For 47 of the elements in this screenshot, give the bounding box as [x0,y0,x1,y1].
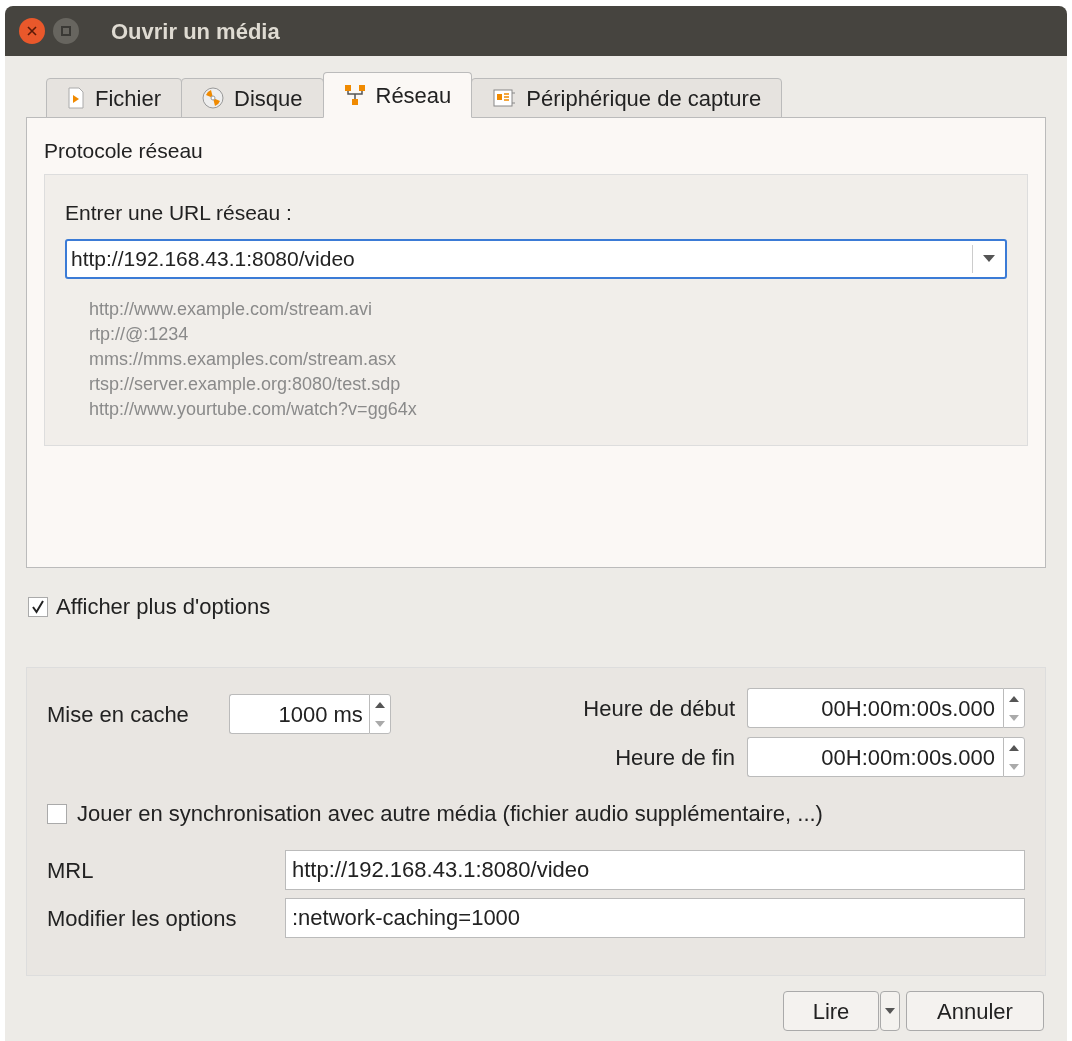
field-label: Mise en cache [47,701,189,729]
field-label: MRL [47,856,95,885]
url-combo-box[interactable]: http://192.168.43.1:8080/video [65,238,1007,279]
example-url: mms://mms.examples.com/stream.asx [89,347,398,371]
options-field[interactable]: :network-caching=1000 [285,898,1025,938]
play-menu-button[interactable] [880,991,900,1031]
up-arrow-icon [1009,744,1019,751]
field-label: Modifier les options [47,904,238,933]
cancel-button[interactable]: Annuler [906,991,1044,1031]
disc-icon [202,87,224,109]
down-arrow-icon [374,720,385,727]
example-url: http://www.yourtube.com/watch?v=gg64x [89,397,418,421]
field-label: Heure de début [583,694,735,723]
tab[interactable]: Disque [181,78,324,118]
time-field[interactable]: 00H:00m:00s.000 [747,688,1003,728]
field-label: Entrer une URL réseau : [65,200,293,226]
example-url: rtp://@:1234 [89,322,190,346]
tab[interactable]: Périphérique de capture [471,78,783,118]
checkbox-label: Jouer en synchronisation avec autre média (fichier audio supplémentaire, ...) [77,800,823,828]
field-label: Heure de fin [615,743,735,772]
dropdown-arrow-icon [983,255,995,262]
close-button[interactable] [19,18,45,44]
capture-card-icon [492,88,517,108]
caret-icon [885,1008,895,1014]
url-input[interactable]: http://192.168.43.1:8080/video [67,242,972,275]
up-arrow-icon [1009,695,1019,702]
cache-field[interactable]: 1000 ms [228,694,369,734]
tab[interactable]: Réseau [322,72,473,118]
close-icon [27,26,37,36]
section-heading: Protocole réseau [44,138,204,164]
down-arrow-icon [1009,714,1019,721]
tab[interactable]: Fichier [46,78,182,118]
document-icon [67,87,85,109]
network-icon [343,84,366,106]
up-arrow-icon [374,701,385,708]
example-url: rtsp://server.example.org:8080/test.sdp [89,372,402,396]
mrl-field[interactable]: http://192.168.43.1:8080/video [285,850,1025,890]
time-field[interactable]: 00H:00m:00s.000 [747,737,1003,777]
checkbox[interactable] [28,596,48,617]
maximize-button[interactable] [53,18,79,44]
square-icon [61,26,71,36]
example-url: http://www.example.com/stream.avi [89,297,374,321]
down-arrow-icon [1009,763,1019,770]
checkbox-label: Afficher plus d'options [56,593,271,621]
checkbox[interactable] [47,803,67,824]
window-title: Ouvrir un média [111,17,280,46]
play-button[interactable]: Lire [783,991,879,1031]
